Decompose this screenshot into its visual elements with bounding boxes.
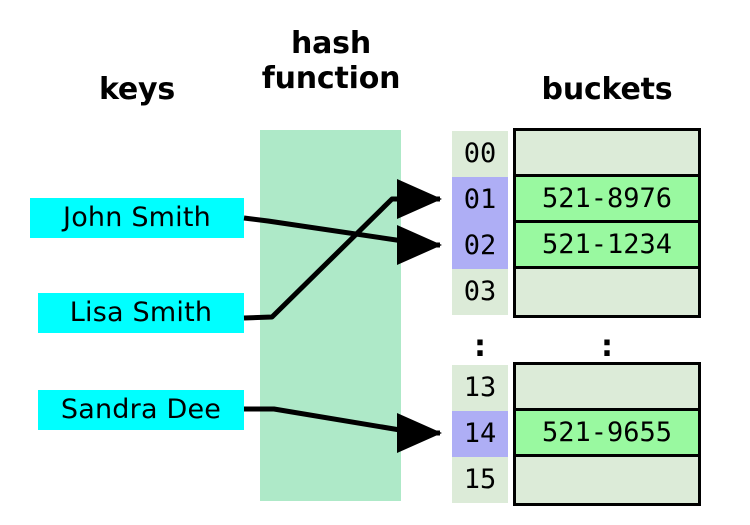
index-ellipsis-icon: : bbox=[474, 329, 486, 364]
key-box-lisa-smith[interactable]: Lisa Smith bbox=[38, 293, 244, 333]
bucket-cell-13 bbox=[516, 365, 698, 411]
bucket-group-upper: 521-8976 521-1234 bbox=[513, 128, 701, 318]
index-cell-14: 14 bbox=[452, 411, 508, 457]
bucket-cell-00 bbox=[516, 131, 698, 177]
index-cell-02: 02 bbox=[452, 223, 508, 269]
hash-function-band bbox=[260, 130, 401, 501]
bucket-group-lower: 521-9655 bbox=[513, 362, 701, 506]
bucket-cell-01: 521-8976 bbox=[516, 177, 698, 223]
key-box-john-smith[interactable]: John Smith bbox=[30, 198, 244, 238]
index-cell-15: 15 bbox=[452, 457, 508, 503]
key-box-sandra-dee[interactable]: Sandra Dee bbox=[38, 390, 244, 430]
index-cell-13: 13 bbox=[452, 365, 508, 411]
bucket-cell-02: 521-1234 bbox=[516, 223, 698, 269]
index-cell-01: 01 bbox=[452, 177, 508, 223]
hash-function-column-heading: hash function bbox=[261, 26, 401, 97]
index-cell-00: 00 bbox=[452, 131, 508, 177]
index-cell-03: 03 bbox=[452, 269, 508, 315]
keys-column-heading: keys bbox=[98, 72, 176, 107]
bucket-cell-03 bbox=[516, 269, 698, 315]
bucket-ellipsis-icon: : bbox=[601, 329, 613, 364]
buckets-column-heading: buckets bbox=[541, 72, 673, 107]
bucket-cell-15 bbox=[516, 457, 698, 503]
hash-table-diagram: keys hash function buckets John Smith Li… bbox=[0, 0, 750, 525]
bucket-cell-14: 521-9655 bbox=[516, 411, 698, 457]
